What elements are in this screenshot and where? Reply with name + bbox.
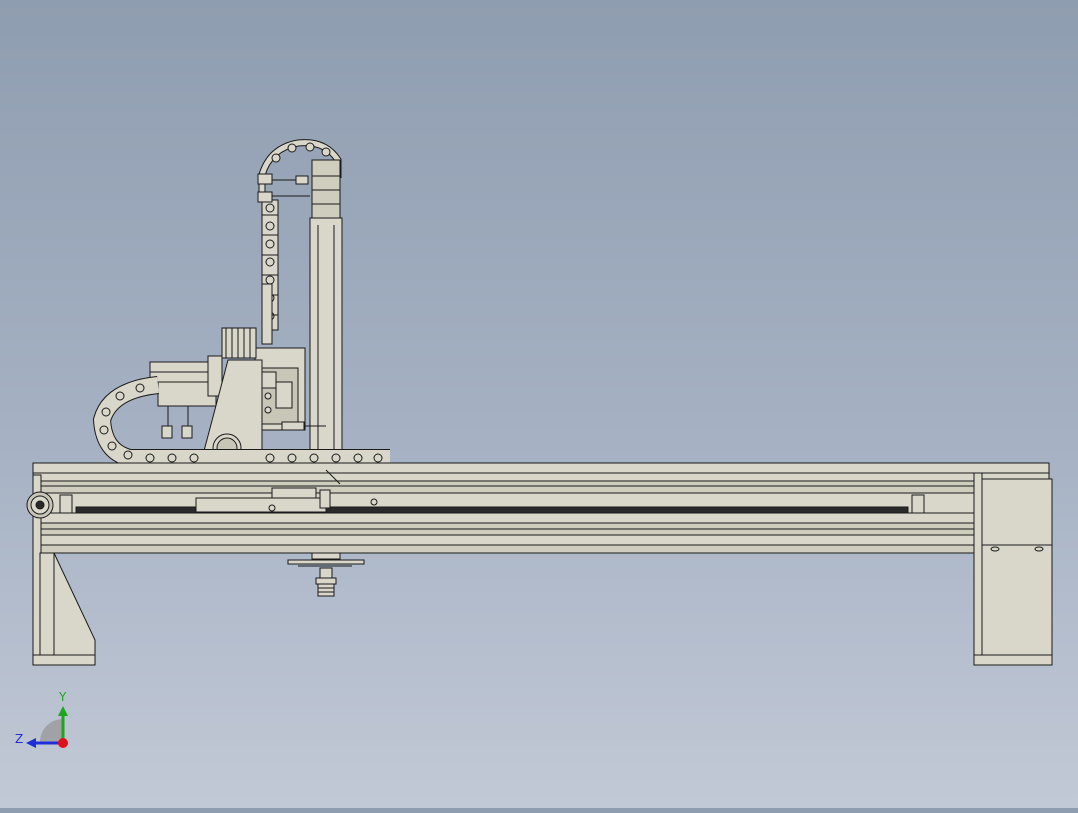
cad-viewport[interactable]: Y Z [0, 0, 1078, 808]
z-axis-label: Z [15, 732, 23, 746]
y-axis-label: Y [58, 690, 67, 704]
gantry-drawing: Y Z [15, 139, 1053, 748]
suction-tool [287, 552, 365, 597]
axis-triad-icon: Y Z [15, 690, 68, 748]
z-axis-column [309, 159, 343, 451]
lower-beam [39, 487, 975, 554]
top-beam [32, 462, 1050, 494]
right-leg [973, 472, 1053, 666]
